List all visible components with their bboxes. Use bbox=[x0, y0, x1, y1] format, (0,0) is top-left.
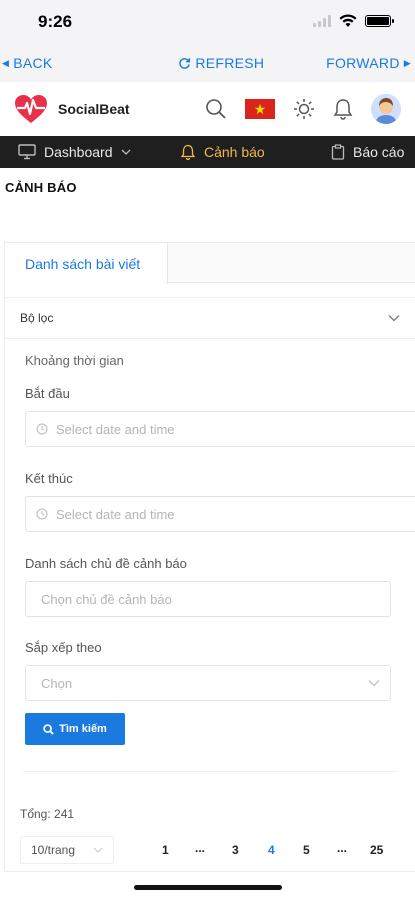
sun-icon[interactable] bbox=[293, 98, 315, 120]
avatar[interactable] bbox=[371, 94, 401, 124]
search-icon bbox=[43, 723, 54, 735]
notification-bell-icon[interactable] bbox=[333, 98, 353, 120]
alerts-panel: Danh sách bài viết Bộ lọc Khoảng thời gi… bbox=[4, 242, 415, 872]
start-placeholder: Select date and time bbox=[56, 421, 175, 437]
clock-icon bbox=[36, 508, 48, 520]
filter-title: Bộ lọc bbox=[20, 311, 54, 325]
sort-placeholder: Chọn bbox=[41, 675, 73, 691]
page-title: CẢNH BÁO bbox=[5, 180, 77, 195]
header-actions: ★ bbox=[205, 94, 401, 124]
status-time: 9:26 bbox=[38, 12, 73, 31]
refresh-button[interactable]: REFRESH bbox=[178, 55, 264, 71]
signal-icon bbox=[313, 15, 331, 27]
nav-item-dashboard[interactable]: Dashboard bbox=[18, 136, 131, 168]
monitor-icon bbox=[18, 144, 36, 160]
end-label: Kết thúc bbox=[25, 471, 73, 486]
home-indicator bbox=[134, 885, 282, 890]
search-button[interactable]: Tìm kiếm bbox=[25, 713, 125, 745]
battery-icon bbox=[365, 15, 394, 27]
nav-label-reports: Báo cáo bbox=[353, 144, 405, 160]
logo[interactable]: SocialBeat bbox=[14, 94, 130, 124]
flag-star: ★ bbox=[253, 101, 267, 117]
divider bbox=[23, 771, 397, 772]
chevron-down-icon bbox=[93, 847, 103, 853]
start-datetime-input[interactable]: Select date and time bbox=[25, 411, 415, 447]
sort-label: Sắp xếp theo bbox=[25, 640, 102, 655]
topics-select[interactable]: Chọn chủ đề cảnh báo bbox=[25, 581, 391, 617]
topics-placeholder: Chọn chủ đề cảnh báo bbox=[41, 591, 172, 607]
search-icon[interactable] bbox=[205, 98, 227, 120]
start-label: Bắt đầu bbox=[25, 386, 70, 401]
nav-label-dashboard: Dashboard bbox=[44, 144, 113, 160]
page-item[interactable]: 1 bbox=[162, 843, 169, 857]
wifi-icon bbox=[339, 14, 357, 27]
page-ellipsis[interactable]: ... bbox=[337, 841, 347, 855]
filter-collapse-header[interactable]: Bộ lọc bbox=[5, 297, 415, 339]
page-size-value: 10/trang bbox=[31, 843, 76, 857]
chevron-down-icon bbox=[388, 315, 400, 322]
main-nav: Dashboard Cảnh báo Báo cáo bbox=[0, 136, 415, 168]
back-button[interactable]: ◀ BACK bbox=[2, 55, 53, 71]
bell-icon bbox=[180, 144, 196, 160]
clock-icon bbox=[36, 423, 48, 435]
page-item[interactable]: 5 bbox=[303, 843, 310, 857]
back-label: BACK bbox=[13, 55, 53, 71]
refresh-icon bbox=[179, 57, 191, 69]
page-size-select[interactable]: 10/trang bbox=[20, 836, 114, 864]
topics-label: Danh sách chủ đề cảnh báo bbox=[25, 556, 187, 571]
back-arrow-icon: ◀ bbox=[2, 57, 10, 68]
chevron-down-icon bbox=[368, 680, 380, 687]
page-item-current[interactable]: 4 bbox=[268, 843, 275, 857]
refresh-label: REFRESH bbox=[195, 55, 265, 71]
browser-bar: ◀ BACK REFRESH FORWARD ▶ bbox=[0, 44, 415, 82]
tab-bar: Danh sách bài viết bbox=[5, 243, 415, 284]
pagination: 10/trang 1 ... 3 4 5 ... 25 bbox=[20, 835, 415, 865]
tab-post-list[interactable]: Danh sách bài viết bbox=[5, 243, 168, 284]
page-item[interactable]: 25 bbox=[370, 843, 383, 857]
status-bar: 9:26 bbox=[0, 0, 415, 44]
page-item[interactable]: 3 bbox=[232, 843, 239, 857]
app-header: SocialBeat ★ bbox=[0, 82, 415, 136]
nav-label-alerts: Cảnh báo bbox=[204, 144, 265, 160]
heartbeat-logo-icon bbox=[15, 95, 47, 123]
forward-arrow-icon: ▶ bbox=[403, 57, 411, 68]
page-ellipsis[interactable]: ... bbox=[195, 841, 205, 855]
status-icons bbox=[313, 14, 394, 28]
time-range-label: Khoảng thời gian bbox=[25, 353, 124, 368]
forward-button[interactable]: FORWARD ▶ bbox=[326, 55, 411, 71]
nav-item-reports[interactable]: Báo cáo bbox=[331, 136, 404, 168]
end-placeholder: Select date and time bbox=[56, 506, 175, 522]
search-button-label: Tìm kiếm bbox=[59, 723, 107, 735]
clipboard-icon bbox=[331, 144, 345, 160]
app-name: SocialBeat bbox=[58, 101, 130, 117]
chevron-down-icon bbox=[121, 149, 130, 155]
end-datetime-input[interactable]: Select date and time bbox=[25, 496, 415, 532]
filter-form: Khoảng thời gian Bắt đầu Select date and… bbox=[5, 353, 415, 745]
user-avatar-icon bbox=[371, 94, 401, 124]
forward-label: FORWARD bbox=[326, 55, 400, 71]
sort-select[interactable]: Chọn bbox=[25, 665, 391, 701]
total-count: Tổng: 241 bbox=[20, 807, 75, 821]
vietnam-flag-icon[interactable]: ★ bbox=[245, 99, 275, 119]
nav-item-alerts[interactable]: Cảnh báo bbox=[180, 136, 265, 168]
